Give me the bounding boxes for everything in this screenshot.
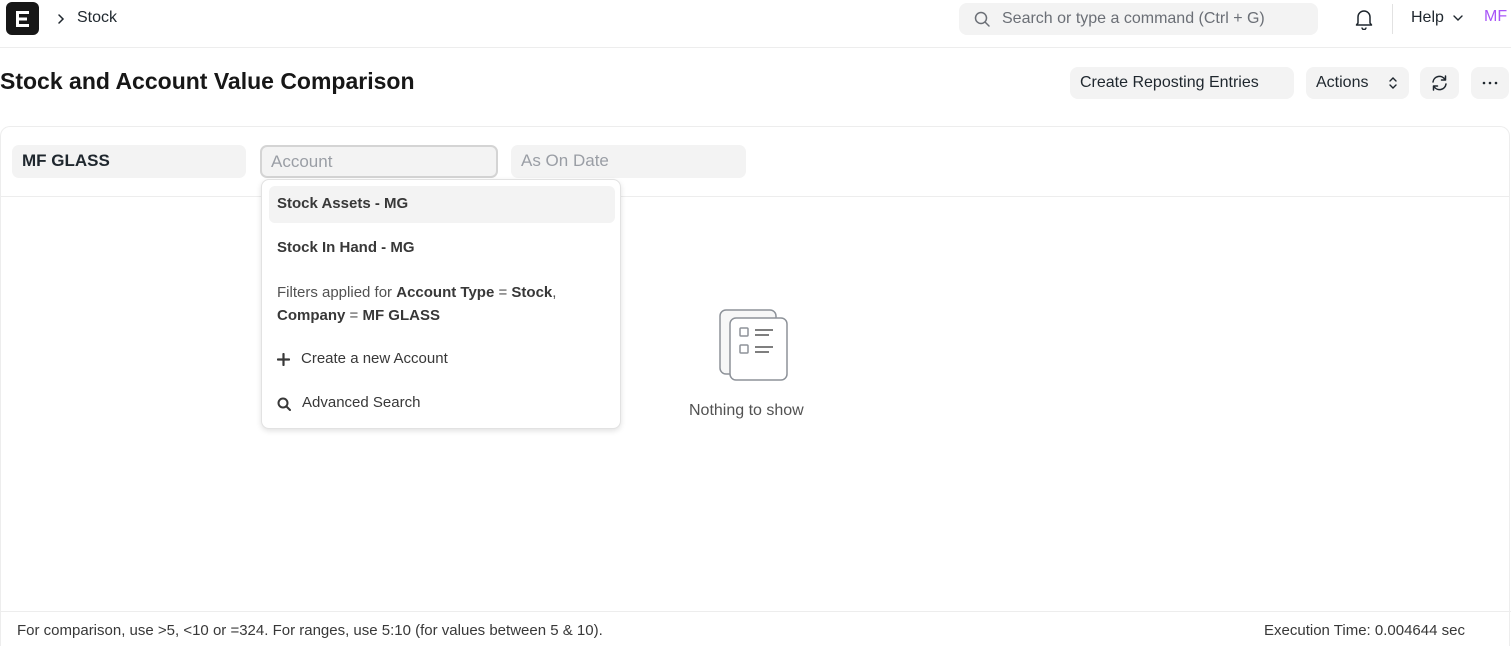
filter-row-divider	[0, 196, 1510, 197]
create-new-account-option[interactable]: Create a new Account	[277, 350, 497, 370]
app-logo-icon[interactable]	[6, 2, 39, 35]
actions-button[interactable]: Actions	[1306, 67, 1409, 99]
search-icon	[277, 397, 291, 411]
filters-prefix: Filters applied for	[277, 284, 393, 301]
advanced-search-option[interactable]: Advanced Search	[277, 394, 477, 414]
filter-2-field: Company	[277, 307, 346, 324]
chevron-down-icon[interactable]	[1452, 14, 1464, 22]
more-options-button[interactable]	[1471, 67, 1509, 99]
plus-icon	[277, 353, 290, 366]
account-suggestions-dropdown: Stock Assets - MG Stock In Hand - MG Fil…	[261, 179, 621, 429]
empty-state-message: Nothing to show	[689, 402, 804, 419]
user-avatar[interactable]: MF	[1484, 8, 1507, 26]
search-placeholder: Search or type a command (Ctrl + G)	[1002, 10, 1265, 27]
dropdown-item-label: Stock Assets - MG	[277, 195, 409, 212]
filter-1-field: Account Type	[396, 284, 495, 301]
navbar: Stock Search or type a command (Ctrl + G…	[0, 0, 1511, 48]
company-filter[interactable]: MF GLASS	[12, 145, 246, 178]
navbar-divider	[1392, 4, 1393, 34]
create-reposting-entries-button[interactable]: Create Reposting Entries	[1070, 67, 1294, 99]
filter-1-equals: =	[498, 284, 508, 301]
help-menu[interactable]: Help	[1411, 9, 1444, 27]
filter-2-value: MF GLASS	[362, 307, 440, 324]
sort-updown-icon	[1389, 77, 1397, 89]
dropdown-item-label: Stock In Hand - MG	[277, 239, 415, 256]
applied-filters-note: Filters applied for Account Type = Stock…	[277, 284, 557, 324]
filter-syntax-hint: For comparison, use >5, <10 or =324. For…	[17, 622, 603, 639]
as-on-date-placeholder: As On Date	[521, 151, 609, 170]
create-new-account-label: Create a new Account	[301, 350, 448, 367]
notification-bell-icon[interactable]	[1354, 8, 1374, 30]
breadcrumb-chevron-icon	[58, 14, 65, 24]
refresh-icon	[1432, 75, 1447, 91]
report-card	[0, 126, 1510, 646]
execution-time: Execution Time: 0.004644 sec	[1264, 622, 1465, 639]
filter-1-value: Stock	[511, 284, 553, 301]
more-horizontal-icon	[1482, 81, 1498, 85]
company-filter-value: MF GLASS	[22, 151, 110, 170]
actions-label: Actions	[1316, 74, 1369, 91]
refresh-button[interactable]	[1420, 67, 1459, 99]
dropdown-item-stock-assets[interactable]: Stock Assets - MG	[269, 186, 615, 223]
filter-2-equals: =	[349, 307, 359, 324]
search-icon	[974, 11, 990, 27]
account-filter-input[interactable]	[260, 145, 498, 178]
advanced-search-label: Advanced Search	[302, 394, 421, 411]
empty-list-icon	[719, 309, 788, 381]
page-title: Stock and Account Value Comparison	[0, 68, 415, 94]
footer-divider	[0, 611, 1511, 612]
breadcrumb-stock-link[interactable]: Stock	[77, 9, 117, 27]
as-on-date-filter[interactable]: As On Date	[511, 145, 746, 178]
create-reposting-entries-label: Create Reposting Entries	[1080, 74, 1259, 91]
dropdown-item-stock-in-hand[interactable]: Stock In Hand - MG	[269, 230, 615, 267]
search-bar[interactable]: Search or type a command (Ctrl + G)	[959, 3, 1318, 35]
